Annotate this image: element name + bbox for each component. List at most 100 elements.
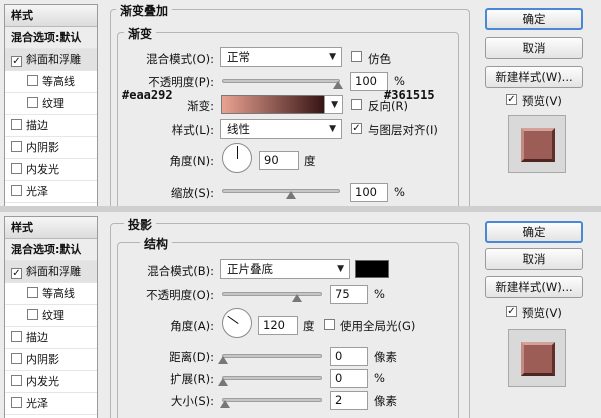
chevron-down-icon: ▼	[329, 52, 336, 62]
opacity-label: 不透明度(O):	[146, 288, 214, 302]
bevel-checkbox[interactable]: ✓	[11, 56, 22, 67]
styles-item-label: 描边	[26, 119, 48, 132]
styles-item-texture[interactable]: 纹理	[5, 93, 97, 115]
reverse-checkbox[interactable]	[351, 99, 362, 110]
gradient-picker-button[interactable]: ▼	[324, 95, 343, 114]
inner-glow-checkbox[interactable]	[11, 163, 22, 174]
styles-item-blending-options[interactable]: 混合选项:默认	[5, 27, 97, 49]
ok-button[interactable]: 确定	[485, 221, 583, 243]
inner-shadow-checkbox[interactable]	[11, 353, 22, 364]
blend-mode-label: 混合模式(O):	[146, 52, 214, 66]
styles-item-contour[interactable]: 等高线	[5, 283, 97, 305]
preview-checkbox[interactable]: ✓	[506, 306, 517, 317]
chevron-down-icon: ▼	[331, 100, 338, 110]
satin-checkbox[interactable]	[11, 185, 22, 196]
styles-item-bevel-emboss[interactable]: ✓ 斜面和浮雕	[5, 261, 97, 283]
gradient-preview[interactable]	[221, 95, 325, 114]
preview-checkbox[interactable]: ✓	[506, 94, 517, 105]
inner-glow-checkbox[interactable]	[11, 375, 22, 386]
styles-item-satin[interactable]: 光泽	[5, 181, 97, 203]
preview-label: 预览(V)	[522, 94, 562, 108]
scale-input[interactable]: 100	[350, 183, 388, 202]
angle-needle	[227, 315, 239, 324]
group-title: 结构	[140, 235, 173, 252]
blend-mode-select[interactable]: 正常 ▼	[220, 47, 342, 67]
scale-unit: %	[394, 185, 405, 199]
spread-slider[interactable]	[222, 376, 322, 380]
bevel-checkbox[interactable]: ✓	[11, 268, 22, 279]
inner-shadow-checkbox[interactable]	[11, 141, 22, 152]
styles-item-label: 光泽	[26, 397, 48, 410]
opacity-input[interactable]: 75	[330, 285, 368, 304]
section-title: 渐变叠加	[116, 2, 173, 19]
opacity-input[interactable]: 100	[350, 72, 388, 91]
distance-slider-thumb[interactable]	[218, 356, 228, 364]
angle-unit: 度	[304, 154, 316, 168]
spread-slider-thumb[interactable]	[218, 378, 228, 386]
group-title: 渐变	[124, 25, 157, 42]
drop-shadow-panel: 样式 混合选项:默认 ✓ 斜面和浮雕 等高线 纹理 描边 内阴影 内发光 光泽 投…	[0, 212, 601, 418]
reverse-label: 反向(R)	[368, 99, 408, 113]
opacity-slider[interactable]	[222, 79, 340, 83]
size-slider[interactable]	[222, 398, 322, 402]
style-preview	[508, 329, 566, 387]
angle-dial[interactable]	[222, 143, 252, 173]
dither-checkbox[interactable]	[351, 51, 362, 62]
opacity-slider-thumb[interactable]	[333, 81, 343, 89]
angle-input[interactable]: 90	[259, 151, 299, 170]
scale-slider[interactable]	[222, 189, 340, 193]
size-unit: 像素	[374, 394, 397, 408]
styles-item-satin[interactable]: 光泽	[5, 393, 97, 415]
distance-input[interactable]: 0	[330, 347, 368, 366]
styles-item-label: 内阴影	[26, 141, 59, 154]
styles-item-label: 内发光	[26, 163, 59, 176]
angle-dial[interactable]	[222, 308, 252, 338]
distance-slider[interactable]	[222, 354, 322, 358]
styles-item-inner-glow[interactable]: 内发光	[5, 371, 97, 393]
styles-item-bevel-emboss[interactable]: ✓ 斜面和浮雕	[5, 49, 97, 71]
size-input[interactable]: 2	[330, 391, 368, 410]
contour-checkbox[interactable]	[27, 75, 38, 86]
styles-item-texture[interactable]: 纹理	[5, 305, 97, 327]
stroke-checkbox[interactable]	[11, 119, 22, 130]
styles-list: 样式 混合选项:默认 ✓ 斜面和浮雕 等高线 纹理 描边 内阴影 内发光 光泽	[4, 216, 98, 418]
angle-input[interactable]: 120	[258, 316, 298, 335]
styles-item-inner-shadow[interactable]: 内阴影	[5, 137, 97, 159]
shadow-color-swatch[interactable]	[355, 260, 389, 278]
style-select[interactable]: 线性 ▼	[220, 119, 342, 139]
opacity-slider-thumb[interactable]	[292, 294, 302, 302]
texture-checkbox[interactable]	[27, 97, 38, 108]
spread-input[interactable]: 0	[330, 369, 368, 388]
opacity-unit: %	[394, 74, 405, 88]
styles-item-stroke[interactable]: 描边	[5, 115, 97, 137]
dither-label: 仿色	[368, 52, 391, 66]
styles-item-inner-shadow[interactable]: 内阴影	[5, 349, 97, 371]
global-light-checkbox[interactable]	[324, 319, 335, 330]
styles-item-label: 斜面和浮雕	[26, 53, 81, 66]
align-layer-checkbox[interactable]: ✓	[351, 123, 362, 134]
style-preview-swatch	[521, 128, 555, 162]
new-style-button[interactable]: 新建样式(W)...	[485, 276, 583, 298]
blend-mode-select[interactable]: 正片叠底 ▼	[220, 259, 350, 279]
satin-checkbox[interactable]	[11, 397, 22, 408]
styles-list-title[interactable]: 样式	[5, 5, 97, 27]
size-slider-thumb[interactable]	[220, 400, 230, 408]
cancel-button[interactable]: 取消	[485, 37, 583, 59]
cancel-button[interactable]: 取消	[485, 248, 583, 270]
styles-item-inner-glow[interactable]: 内发光	[5, 159, 97, 181]
spread-unit: %	[374, 371, 385, 385]
contour-checkbox[interactable]	[27, 287, 38, 298]
styles-item-blending-options[interactable]: 混合选项:默认	[5, 239, 97, 261]
ok-button[interactable]: 确定	[485, 8, 583, 30]
styles-item-label: 等高线	[42, 287, 75, 300]
styles-list-title[interactable]: 样式	[5, 217, 97, 239]
opacity-slider[interactable]	[222, 292, 322, 296]
style-preview	[508, 115, 566, 173]
styles-item-contour[interactable]: 等高线	[5, 71, 97, 93]
new-style-button[interactable]: 新建样式(W)...	[485, 66, 583, 88]
scale-slider-thumb[interactable]	[286, 191, 296, 199]
texture-checkbox[interactable]	[27, 309, 38, 320]
styles-item-label: 内阴影	[26, 353, 59, 366]
stroke-checkbox[interactable]	[11, 331, 22, 342]
styles-item-stroke[interactable]: 描边	[5, 327, 97, 349]
